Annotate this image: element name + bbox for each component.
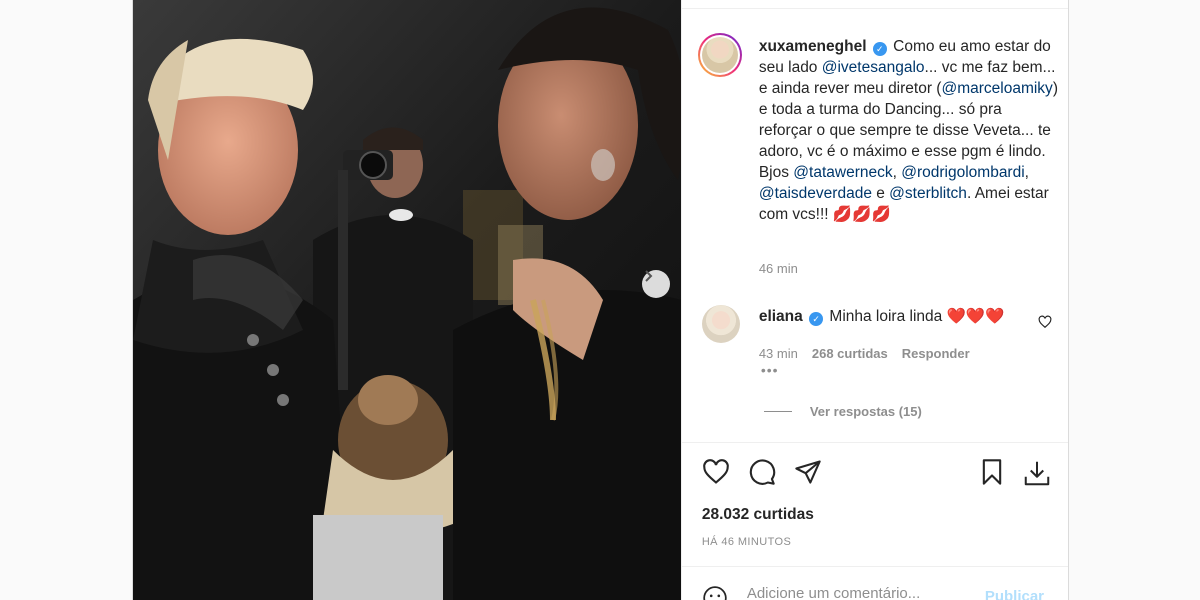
post-caption: xuxameneghel ✓ Como eu amo estar do seu … bbox=[759, 36, 1059, 225]
bookmark-icon[interactable] bbox=[978, 458, 1008, 488]
verified-badge-icon: ✓ bbox=[872, 42, 887, 56]
author-avatar[interactable] bbox=[697, 33, 742, 77]
mention-link[interactable]: @sterblitch bbox=[889, 185, 967, 202]
comment-like-heart-icon[interactable] bbox=[1038, 315, 1054, 331]
comment-timestamp: 43 min bbox=[758, 346, 798, 361]
post-details-panel: xuxameneghel ✓ Como eu amo estar do seu … bbox=[680, 0, 1068, 600]
caption-text: , bbox=[1024, 164, 1029, 181]
comment: eliana ✓ Minha loira linda ❤️❤️❤️ bbox=[759, 306, 1029, 327]
comment-meta: 43 min 268 curtidas Responder bbox=[759, 346, 970, 361]
comment-bubble-icon[interactable] bbox=[748, 458, 778, 488]
download-icon[interactable] bbox=[1022, 458, 1052, 488]
view-replies-button[interactable]: Ver respostas (15) bbox=[763, 404, 922, 419]
instagram-post: xuxameneghel ✓ Como eu amo estar do seu … bbox=[132, 0, 1069, 600]
mention-link[interactable]: @tatawerneck bbox=[793, 164, 892, 181]
post-timestamp: HÁ 46 MINUTOS bbox=[701, 536, 792, 548]
comment-likes-count[interactable]: 268 curtidas bbox=[812, 346, 888, 361]
post-image bbox=[133, 0, 681, 600]
divider bbox=[681, 8, 1068, 9]
caption-text: e bbox=[871, 185, 890, 202]
verified-badge-icon: ✓ bbox=[809, 312, 824, 326]
comment-text: Minha loira linda ❤️❤️❤️ bbox=[829, 308, 1005, 325]
caption-text: , bbox=[892, 164, 902, 181]
mention-link[interactable]: @rodrigolombardi bbox=[901, 164, 1024, 181]
paper-plane-icon[interactable] bbox=[794, 458, 824, 488]
page-background: xuxameneghel ✓ Como eu amo estar do seu … bbox=[0, 0, 1200, 600]
next-photo-button[interactable] bbox=[642, 270, 670, 298]
divider bbox=[681, 442, 1068, 443]
post-photo bbox=[133, 0, 681, 600]
divider bbox=[763, 411, 792, 412]
smiley-icon[interactable] bbox=[702, 585, 728, 600]
divider bbox=[681, 566, 1068, 567]
caption-timestamp: 46 min bbox=[758, 261, 798, 276]
comment-options-button[interactable]: ••• bbox=[761, 362, 779, 378]
publish-button[interactable]: Publicar bbox=[985, 588, 1044, 600]
reply-button[interactable]: Responder bbox=[902, 346, 970, 361]
comment-input[interactable] bbox=[746, 585, 967, 600]
view-replies-label: Ver respostas (15) bbox=[809, 404, 922, 419]
heart-icon[interactable] bbox=[702, 458, 732, 488]
mention-link[interactable]: @taisdeverdade bbox=[759, 185, 872, 202]
commenter-avatar[interactable] bbox=[701, 305, 740, 343]
mention-link[interactable]: @ivetesangalo bbox=[822, 59, 925, 76]
author-username[interactable]: xuxameneghel bbox=[759, 38, 867, 55]
likes-count[interactable]: 28.032 curtidas bbox=[702, 506, 814, 524]
mention-link[interactable]: @marceloamiky bbox=[941, 80, 1052, 97]
commenter-username[interactable]: eliana bbox=[759, 308, 803, 325]
